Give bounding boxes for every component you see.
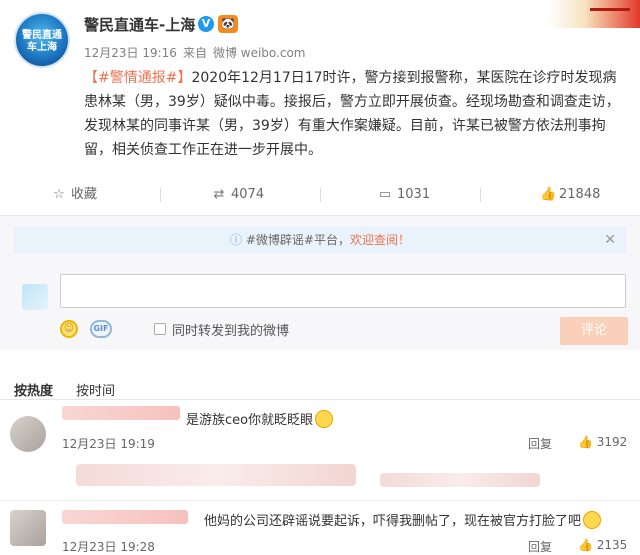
decorative-banner [548,0,640,28]
reply-button[interactable]: 回复 [528,435,552,452]
comment-text: 是游族ceo你就眨眨眼 [186,409,334,428]
notice-link[interactable]: 欢迎查阅！ [350,233,410,247]
post-source[interactable]: 微博 weibo.com [213,46,306,60]
emoji-wink-icon [315,410,334,428]
repost-count: 4074 [231,187,265,202]
comment-item: 他妈的公司还辟谣说要起诉，吓得我删帖了，现在被官方打脸了吧 12月23日 19:… [0,504,640,555]
comment-count: 1031 [397,187,431,202]
comment-divider [0,500,640,501]
comment-like-button[interactable]: 👍 2135 [578,538,627,552]
sort-by-hot-tab[interactable]: 按热度 [14,380,53,399]
comment-like-count: 2135 [596,538,628,552]
commenter-name-blurred[interactable] [62,406,180,420]
post-topic-tag[interactable]: 【#警情通报#】 [84,70,191,86]
notice-text: #微博辟谣#平台， [245,233,350,247]
comment-compose-area: ⓘ #微博辟谣#平台，欢迎查阅！ ✕ ☺ GIF 同时转发到我的微博 评论 [0,215,640,350]
thumbs-up-icon: 👍 [578,435,593,449]
comment-time: 12月23日 19:28 [62,540,155,554]
weibo-post-card: 警民直通车上海 警民直通车-上海 V 🐼 12月23日 19:16 来自 微博 we… [0,0,640,555]
comment-input[interactable] [60,274,626,308]
emoji-icon[interactable]: ☺ [60,320,78,338]
close-icon[interactable]: ✕ [604,226,616,254]
comment-content: 他妈的公司还辟谣说要起诉，吓得我删帖了，现在被官方打脸了吧 [204,514,582,529]
like-button[interactable]: 👍 21848 [540,180,600,210]
info-icon: ⓘ [230,233,243,247]
post-date[interactable]: 12月23日 19:16 [84,46,177,60]
comment-like-count: 3192 [596,435,628,449]
reply-button[interactable]: 回复 [528,538,552,555]
like-count: 21848 [559,187,601,202]
avatar-text: 警民直通车上海 [22,30,62,53]
comment-time: 12月23日 19:19 [62,437,155,451]
favorite-button[interactable]: ☆ 收藏 [52,180,97,210]
repost-checkbox[interactable] [154,323,166,335]
favorite-label: 收藏 [71,187,98,202]
post-action-bar: ☆ 收藏 ⇄ 4074 ▭ 1031 👍 21848 [0,180,640,210]
rank-panda-icon: 🐼 [218,15,238,33]
comment-like-button[interactable]: 👍 3192 [578,435,627,449]
thumbs-up-icon: 👍 [578,538,593,552]
thumbs-up-icon: 👍 [540,187,557,202]
submit-comment-button[interactable]: 评论 [560,317,628,345]
comment-item: 是游族ceo你就眨眨眼 12月23日 19:19 回复 👍 3192 [0,402,640,462]
action-divider [480,188,481,202]
comment-text: 他妈的公司还辟谣说要起诉，吓得我删帖了，现在被官方打脸了吧 [204,510,602,529]
repost-checkbox-label[interactable]: 同时转发到我的微博 [172,320,289,339]
comment-icon: ▭ [378,187,392,202]
emoji-laugh-icon [583,511,602,529]
comment-content: 是游族ceo你就眨眨眼 [186,413,314,428]
repost-button[interactable]: ⇄ 4074 [212,180,265,210]
gif-icon[interactable]: GIF [90,320,112,338]
sort-by-time-tab[interactable]: 按时间 [76,380,115,399]
post-body: 【#警情通报#】2020年12月17日17时许，警方接到报警称，某医院在诊疗时发… [84,66,629,162]
verified-badge-icon: V [198,16,214,32]
post-meta: 12月23日 19:16 来自 微博 weibo.com [84,44,312,61]
repost-icon: ⇄ [213,187,225,202]
blurred-reply [76,464,356,486]
blurred-reply [380,473,540,487]
star-icon: ☆ [53,187,65,202]
comment-button[interactable]: ▭ 1031 [378,180,430,210]
comment-sort-bar: 按热度 按时间 [0,376,640,400]
author-avatar[interactable]: 警民直通车上海 [14,12,70,68]
commenter-name-blurred[interactable] [62,510,188,524]
action-divider [320,188,321,202]
author-name[interactable]: 警民直通车-上海 [84,14,195,35]
action-divider [160,188,161,202]
rumor-notice: ⓘ #微博辟谣#平台，欢迎查阅！ ✕ [14,226,626,254]
post-source-prefix: 来自 [182,46,207,60]
my-avatar [22,284,48,310]
commenter-avatar[interactable] [10,510,46,546]
commenter-avatar[interactable] [10,416,46,452]
